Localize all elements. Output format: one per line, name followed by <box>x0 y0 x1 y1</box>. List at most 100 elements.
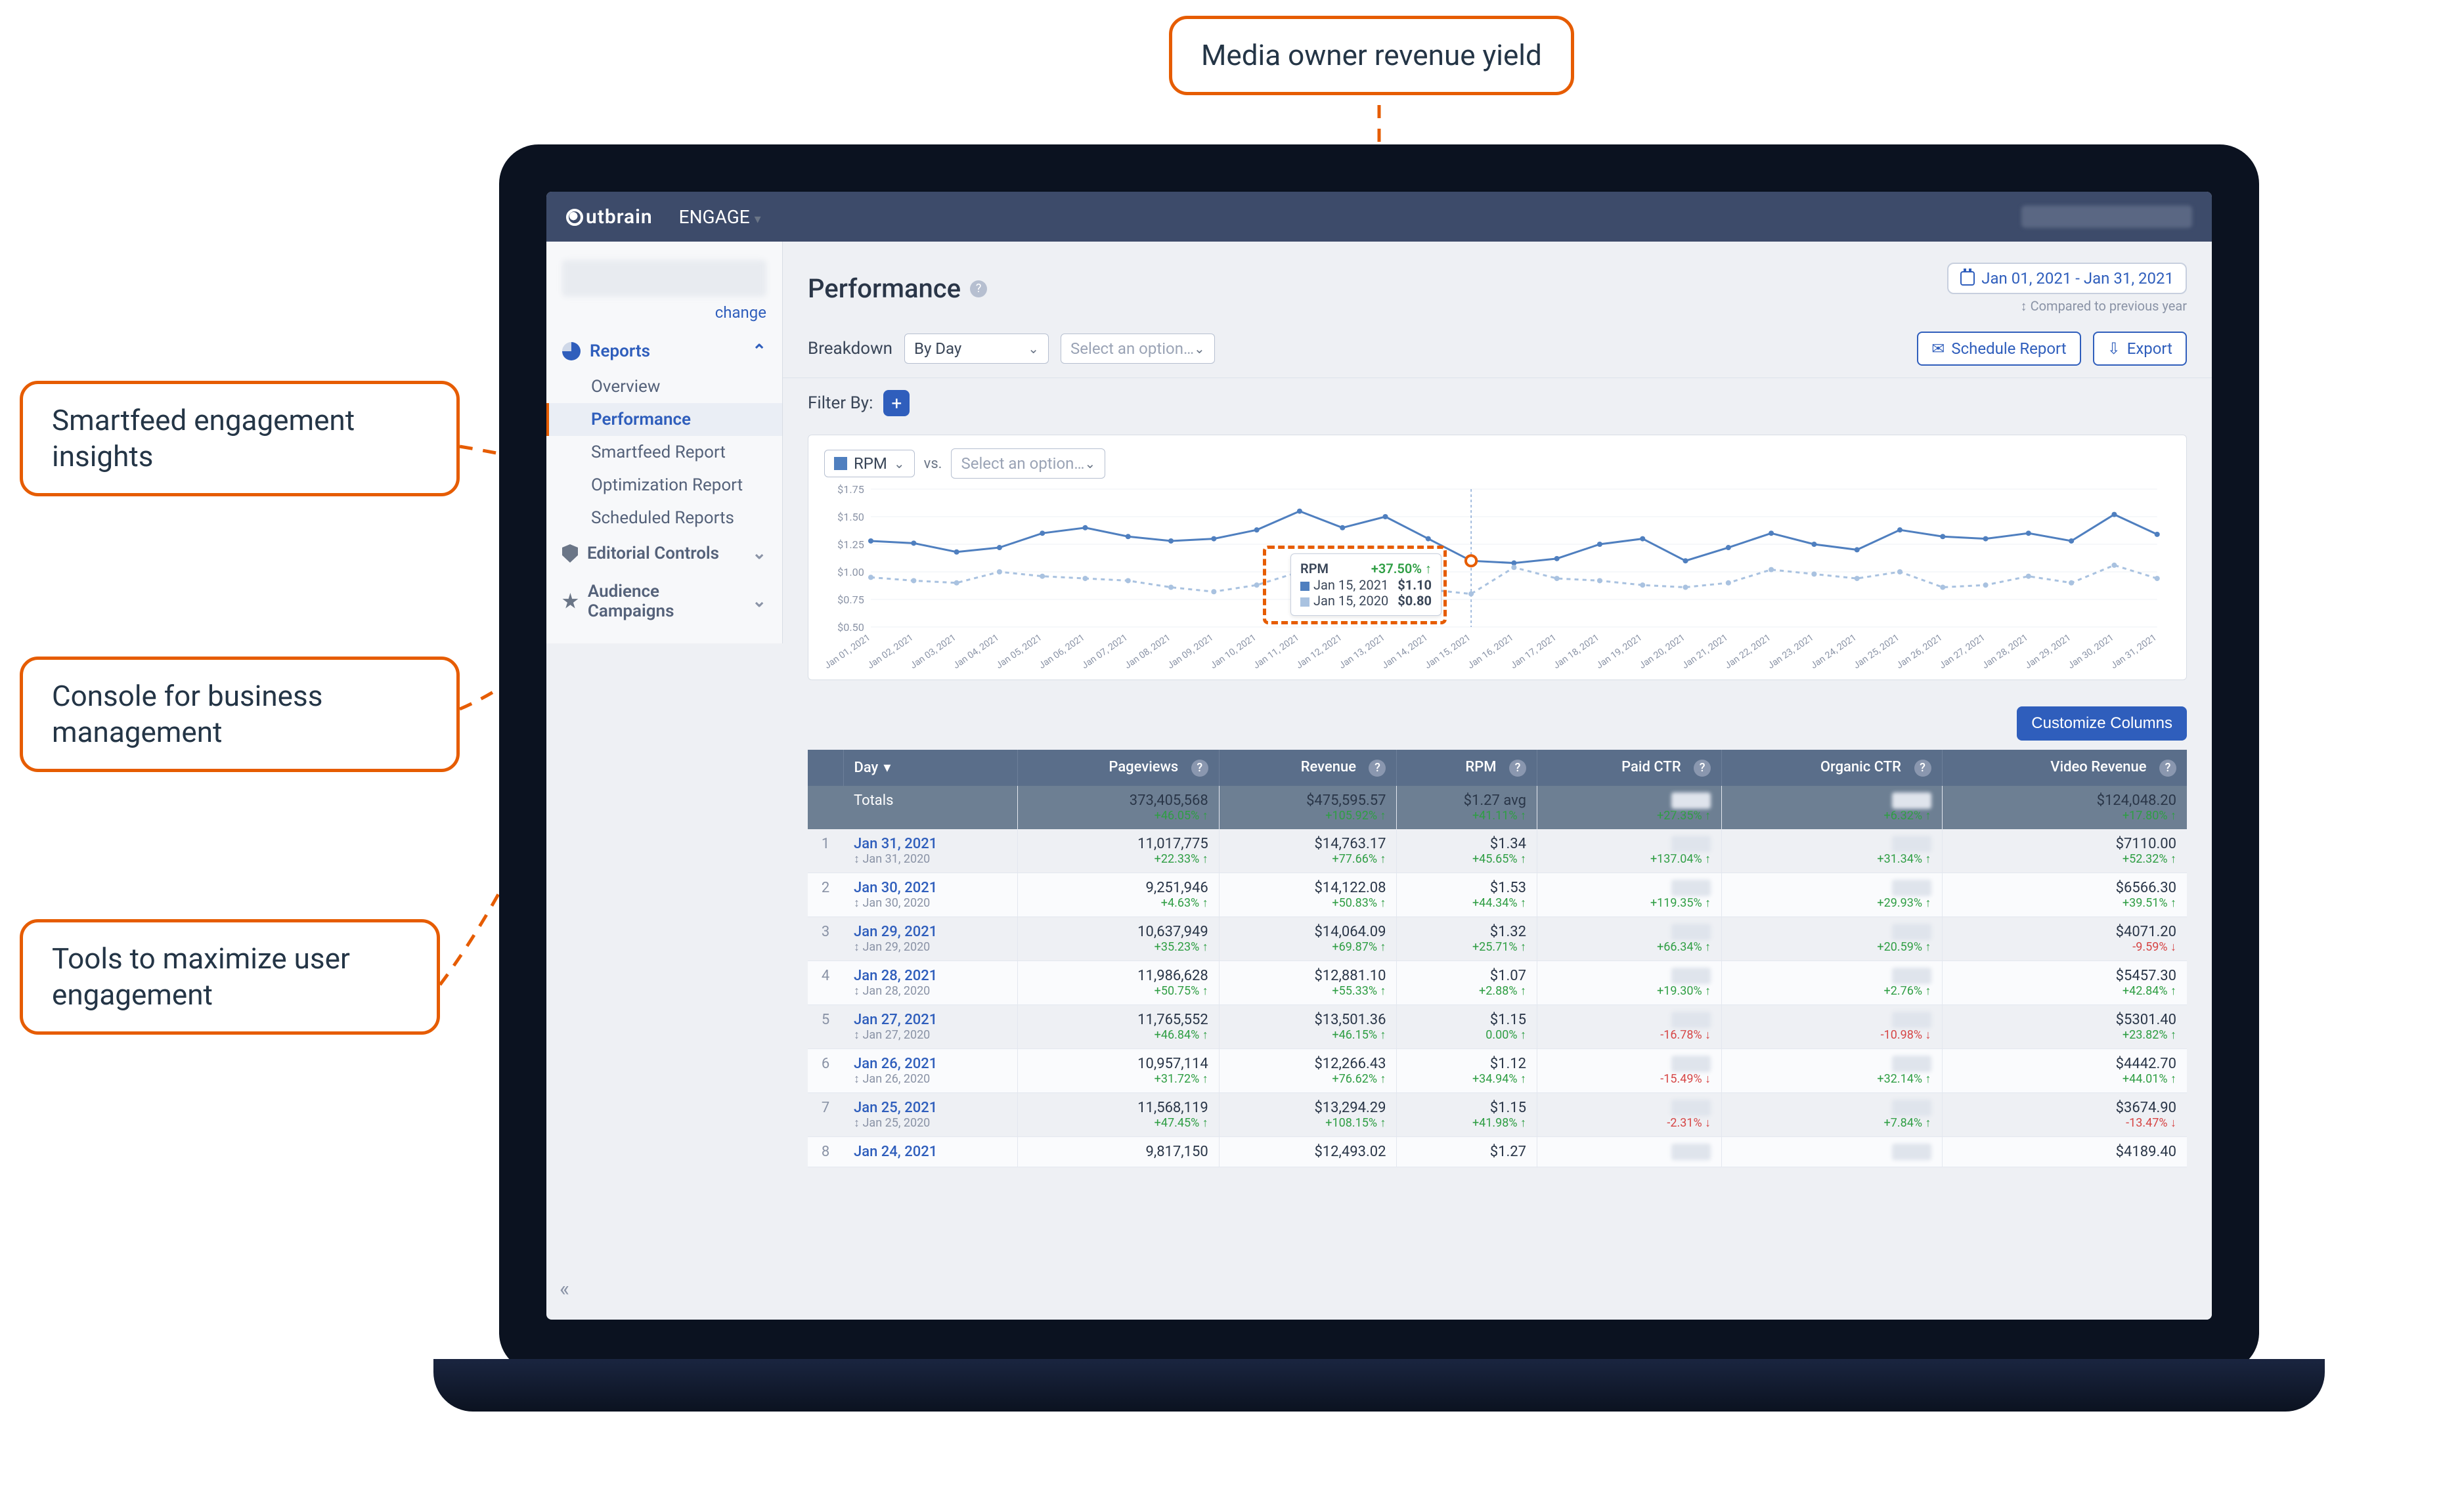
svg-text:Jan 28, 2021: Jan 28, 2021 <box>1980 632 2030 671</box>
annotation-left-3: Tools to maximize user engagement <box>20 919 440 1035</box>
date-range-label: Jan 01, 2021 - Jan 31, 2021 <box>1981 269 2174 288</box>
col-organic-ctr[interactable]: Organic CTR ? <box>1722 750 1942 786</box>
topbar: utbrain ENGAGE ▾ <box>546 192 2212 242</box>
svg-text:Jan 18, 2021: Jan 18, 2021 <box>1552 632 1602 671</box>
shield-icon <box>562 544 578 563</box>
svg-text:Jan 23, 2021: Jan 23, 2021 <box>1766 632 1816 671</box>
svg-text:$1.50: $1.50 <box>837 511 864 523</box>
table-row[interactable]: 3 Jan 29, 2021↕ Jan 29, 2020 10,637,949+… <box>808 917 2187 960</box>
compare-metric-select[interactable]: Select an option…⌄ <box>951 448 1105 479</box>
sidebar-section-label: Audience Campaigns <box>588 582 743 621</box>
svg-text:Jan 21, 2021: Jan 21, 2021 <box>1680 632 1730 671</box>
help-icon[interactable]: ? <box>2159 760 2176 777</box>
col-video-revenue[interactable]: Video Revenue ? <box>1942 750 2187 786</box>
sidebar-item-scheduled[interactable]: Scheduled Reports <box>546 502 782 534</box>
help-icon[interactable]: ? <box>1191 760 1208 777</box>
sidebar-section-audience[interactable]: Audience Campaigns ⌄ <box>546 572 782 630</box>
breakdown-secondary-select[interactable]: Select an option…⌄ <box>1061 334 1215 364</box>
add-filter-button[interactable]: + <box>883 390 910 416</box>
help-icon[interactable]: ? <box>970 280 987 297</box>
annotation-top: Media owner revenue yield <box>1169 16 1574 95</box>
breakdown-label: Breakdown <box>808 339 892 358</box>
chevron-down-icon: ⌄ <box>752 544 766 563</box>
svg-text:Jan 15, 2021: Jan 15, 2021 <box>1423 632 1473 671</box>
svg-text:Jan 16, 2021: Jan 16, 2021 <box>1466 632 1516 671</box>
svg-text:Jan 25, 2021: Jan 25, 2021 <box>1852 632 1902 671</box>
svg-text:Jan 02, 2021: Jan 02, 2021 <box>866 632 915 671</box>
main-content: Performance ? Jan 01, 2021 - Jan 31, 202… <box>783 242 2212 1320</box>
svg-text:Jan 07, 2021: Jan 07, 2021 <box>1080 632 1130 671</box>
col-revenue[interactable]: Revenue ? <box>1219 750 1397 786</box>
sidebar-section-label: Editorial Controls <box>587 544 719 563</box>
table-row[interactable]: 4 Jan 28, 2021↕ Jan 28, 2020 11,986,628+… <box>808 960 2187 1004</box>
publisher-selector-blurred[interactable] <box>562 260 766 297</box>
col-pageviews[interactable]: Pageviews ? <box>1018 750 1220 786</box>
annotation-left-1: Smartfeed engagement insights <box>20 381 460 496</box>
chevron-down-icon: ⌄ <box>1028 341 1039 356</box>
compare-note: ↕ Compared to previous year <box>1947 298 2187 314</box>
brand-logo[interactable]: utbrain <box>566 205 653 228</box>
svg-text:Jan 20, 2021: Jan 20, 2021 <box>1637 632 1687 671</box>
reports-icon <box>562 342 581 360</box>
sidebar-section-editorial[interactable]: Editorial Controls ⌄ <box>546 534 782 572</box>
svg-text:Jan 27, 2021: Jan 27, 2021 <box>1937 632 1987 671</box>
sidebar-item-optimization[interactable]: Optimization Report <box>546 469 782 502</box>
sidebar-section-reports[interactable]: Reports ⌃ <box>546 332 782 370</box>
help-icon[interactable]: ? <box>1369 760 1386 777</box>
app-switcher[interactable]: ENGAGE ▾ <box>679 206 761 228</box>
schedule-report-button[interactable]: ✉ Schedule Report <box>1917 332 2080 366</box>
change-link[interactable]: change <box>546 299 782 332</box>
col-paid-ctr[interactable]: Paid CTR ? <box>1537 750 1722 786</box>
mail-icon: ✉ <box>1931 339 1945 358</box>
svg-text:Jan 29, 2021: Jan 29, 2021 <box>2023 632 2073 671</box>
table-row[interactable]: 1 Jan 31, 2021↕ Jan 31, 2020 11,017,775+… <box>808 829 2187 873</box>
collapse-sidebar-icon[interactable]: « <box>560 1276 569 1301</box>
table-row[interactable]: 8 Jan 24, 2021 9,817,150 $12,493.02 $1.2… <box>808 1136 2187 1167</box>
annotation-left-2: Console for business management <box>20 657 460 772</box>
data-table: Day Pageviews ? Revenue ? RPM ? Paid CTR… <box>783 750 2212 1167</box>
svg-text:Jan 17, 2021: Jan 17, 2021 <box>1508 632 1558 671</box>
chevron-down-icon: ▾ <box>755 211 761 227</box>
svg-text:$1.00: $1.00 <box>837 566 864 578</box>
export-button[interactable]: ⇩ Export <box>2093 332 2187 366</box>
table-row[interactable]: 6 Jan 26, 2021↕ Jan 26, 2020 10,957,114+… <box>808 1048 2187 1092</box>
svg-text:Jan 26, 2021: Jan 26, 2021 <box>1895 632 1945 671</box>
breakdown-controls: Breakdown By Day⌄ Select an option…⌄ ✉ S… <box>783 320 2212 378</box>
svg-text:Jan 06, 2021: Jan 06, 2021 <box>1037 632 1087 671</box>
help-icon[interactable]: ? <box>1914 760 1931 777</box>
table-row[interactable]: 2 Jan 30, 2021↕ Jan 30, 2020 9,251,946+4… <box>808 873 2187 917</box>
app-switcher-label: ENGAGE <box>679 206 750 228</box>
app-screen: utbrain ENGAGE ▾ change Reports ⌃ Overvi… <box>546 192 2212 1320</box>
table-header: Day Pageviews ? Revenue ? RPM ? Paid CTR… <box>808 750 2187 786</box>
table-row[interactable]: 7 Jan 25, 2021↕ Jan 25, 2020 11,568,119+… <box>808 1092 2187 1136</box>
sidebar-item-performance[interactable]: Performance <box>546 403 782 436</box>
annotation-text: Tools to maximize user engagement <box>52 941 350 1012</box>
sidebar-item-smartfeed[interactable]: Smartfeed Report <box>546 436 782 469</box>
chart[interactable]: $1.75$1.50$1.25$1.00$0.75$0.50Jan 01, 20… <box>824 483 2170 673</box>
breakdown-select[interactable]: By Day⌄ <box>904 334 1049 364</box>
chevron-down-icon: ⌄ <box>894 456 905 471</box>
metric-label: RPM <box>854 454 887 473</box>
sidebar: change Reports ⌃ Overview Performance Sm… <box>546 242 783 1320</box>
page-header: Performance ? Jan 01, 2021 - Jan 31, 202… <box>783 242 2212 320</box>
svg-text:Jan 19, 2021: Jan 19, 2021 <box>1595 632 1644 671</box>
chart-tooltip: RPM+37.50% ↑ Jan 15, 2021$1.10 Jan 15, 2… <box>1290 553 1441 616</box>
col-rpm[interactable]: RPM ? <box>1397 750 1537 786</box>
chevron-up-icon: ⌃ <box>752 341 766 361</box>
calendar-icon <box>1960 271 1975 286</box>
svg-text:Jan 22, 2021: Jan 22, 2021 <box>1723 632 1773 671</box>
account-menu-blurred[interactable] <box>2021 205 2192 228</box>
help-icon[interactable]: ? <box>1509 760 1526 777</box>
annotation-text: Media owner revenue yield <box>1201 38 1542 72</box>
metric-select[interactable]: RPM ⌄ <box>824 450 915 477</box>
date-range-picker[interactable]: Jan 01, 2021 - Jan 31, 2021 <box>1947 263 2187 294</box>
sidebar-item-overview[interactable]: Overview <box>546 370 782 403</box>
table-totals-row: Totals 373,405,568+46.05% ↑ $475,595.57+… <box>808 786 2187 829</box>
help-icon[interactable]: ? <box>1694 760 1711 777</box>
col-day[interactable]: Day <box>843 750 1018 786</box>
brand-o-icon <box>566 209 583 226</box>
table-row[interactable]: 5 Jan 27, 2021↕ Jan 27, 2020 11,765,552+… <box>808 1004 2187 1048</box>
metric-color-swatch <box>834 457 847 470</box>
customize-columns-button[interactable]: Customize Columns <box>2017 706 2187 741</box>
sort-icon <box>878 760 891 776</box>
